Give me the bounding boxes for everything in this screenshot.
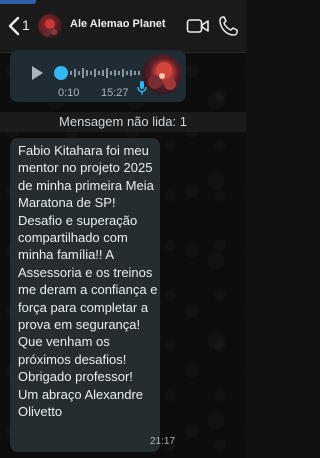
message-text: Fabio Kitahara foi meu mentor no projeto… bbox=[18, 143, 158, 420]
sender-avatar bbox=[142, 54, 182, 94]
play-icon[interactable] bbox=[30, 65, 44, 81]
status-indicator bbox=[0, 0, 36, 4]
phone-icon[interactable] bbox=[218, 15, 238, 37]
audio-waveform[interactable] bbox=[70, 66, 142, 80]
voice-timestamp: 15:27 bbox=[101, 87, 129, 99]
back-unread-count[interactable]: 1 bbox=[22, 17, 30, 33]
audio-scrubber-handle[interactable] bbox=[54, 66, 68, 80]
voice-duration: 0:10 bbox=[58, 87, 80, 99]
chat-title[interactable]: Ale Alemao Planet bbox=[70, 18, 166, 30]
video-camera-icon[interactable] bbox=[186, 16, 210, 36]
contact-avatar[interactable] bbox=[38, 14, 62, 38]
microphone-icon bbox=[137, 81, 147, 95]
message-timestamp: 21:17 bbox=[150, 436, 176, 447]
unread-banner-text: Mensagem não lida: 1 bbox=[59, 114, 187, 129]
